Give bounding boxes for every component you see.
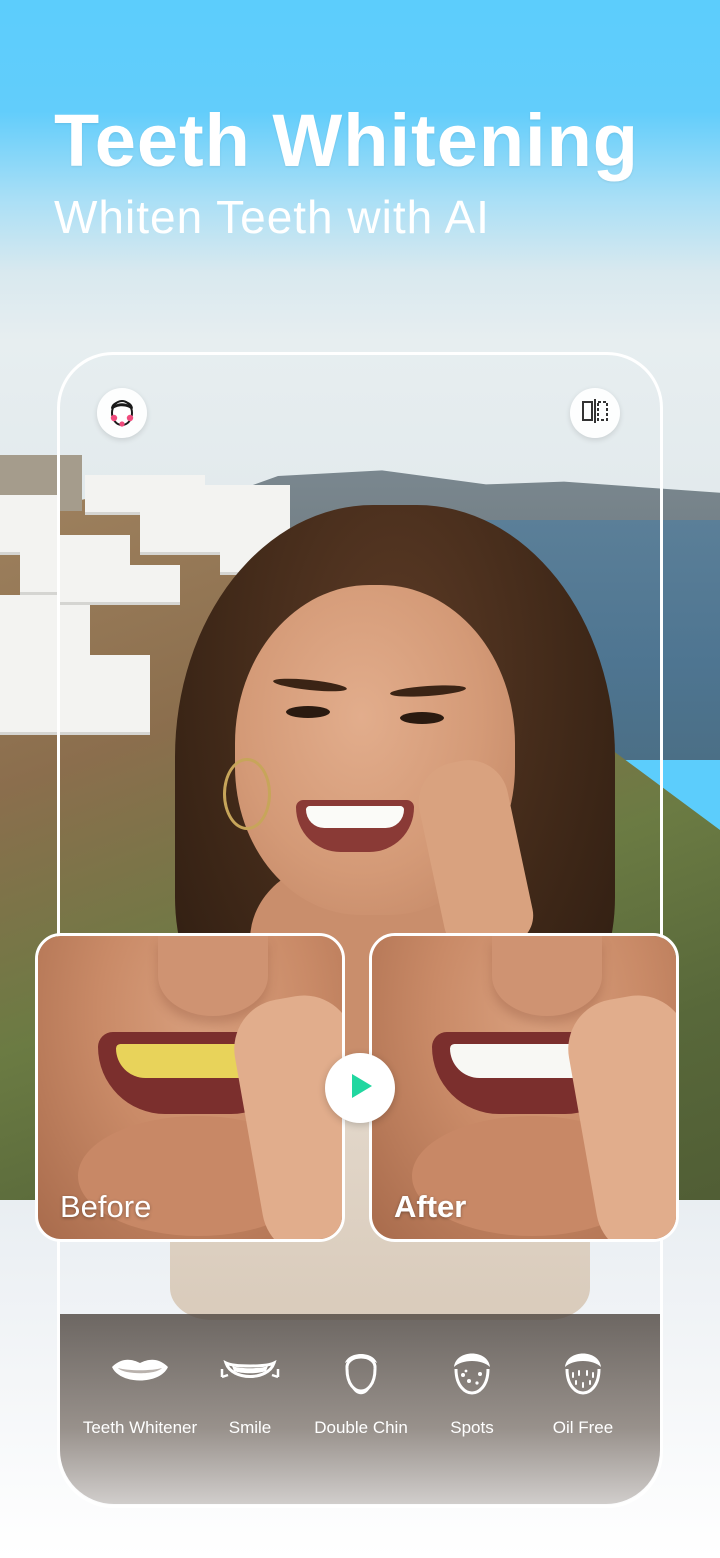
face-retouch-icon — [104, 393, 140, 434]
page-title: Teeth Whitening — [54, 99, 639, 182]
compare-split-icon — [580, 396, 610, 431]
face-retouch-button[interactable] — [97, 388, 147, 438]
before-card: Before — [35, 933, 345, 1242]
tool-label: Oil Free — [552, 1418, 614, 1437]
oil-free-icon — [553, 1344, 613, 1400]
before-label: Before — [60, 1189, 152, 1224]
smile-icon — [220, 1344, 280, 1400]
spots-icon — [442, 1344, 502, 1400]
tool-bar: Teeth Whitener Smile Double Chin Spots O… — [60, 1314, 660, 1504]
play-icon — [343, 1069, 377, 1108]
play-button[interactable] — [325, 1053, 395, 1123]
tool-label: Spots — [450, 1418, 494, 1437]
tool-oil-free[interactable]: Oil Free — [518, 1344, 648, 1438]
tool-label: Smile — [228, 1418, 272, 1437]
lips-icon — [110, 1344, 170, 1400]
compare-button[interactable] — [570, 388, 620, 438]
tool-label: Teeth Whitener — [82, 1418, 198, 1437]
double-chin-icon — [331, 1344, 391, 1400]
tool-label: Double Chin — [314, 1418, 408, 1437]
after-label: After — [394, 1189, 467, 1224]
page-subtitle: Whiten Teeth with AI — [54, 191, 490, 243]
after-card: After — [369, 933, 679, 1242]
